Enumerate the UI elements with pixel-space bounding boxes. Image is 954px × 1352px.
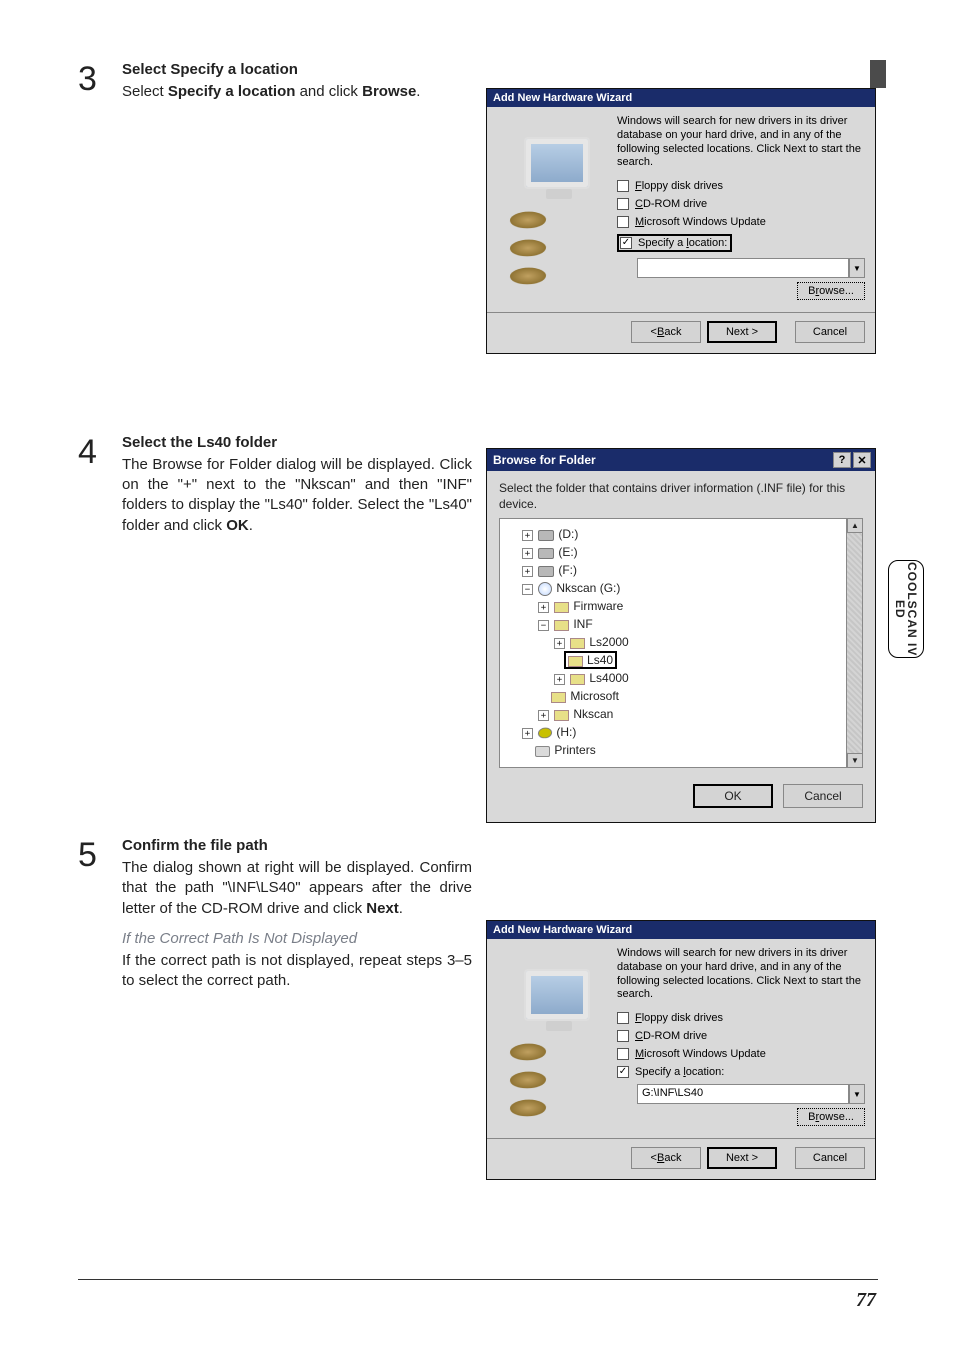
cancel-button[interactable]: Cancel xyxy=(783,784,863,808)
browse-folder-dialog: Browse for Folder ? ✕ Select the folder … xyxy=(486,448,876,823)
checkbox-icon xyxy=(617,180,629,192)
dialog-title: Browse for Folder xyxy=(493,453,596,467)
cancel-button[interactable]: Cancel xyxy=(795,1147,865,1169)
tree-item[interactable]: Printers xyxy=(554,743,595,757)
checkbox-icon xyxy=(617,1012,629,1024)
scroll-down-icon[interactable]: ▼ xyxy=(847,753,863,768)
browse-button[interactable]: Browse... xyxy=(797,1108,865,1126)
tree-item[interactable]: (F:) xyxy=(558,563,577,577)
side-tab-coolscan: COOLSCAN IV ED xyxy=(888,560,924,658)
tree-item[interactable]: Ls4000 xyxy=(589,671,628,685)
checkbox-icon xyxy=(617,216,629,228)
tree-item[interactable]: Ls2000 xyxy=(589,635,628,649)
step-number: 5 xyxy=(78,836,106,992)
checkbox-floppy[interactable]: Floppy disk drives xyxy=(617,1012,865,1024)
back-button[interactable]: < Back xyxy=(631,1147,701,1169)
checkbox-label: loppy disk drives xyxy=(642,180,723,192)
checkbox-icon xyxy=(617,1066,629,1078)
scroll-up-icon[interactable]: ▲ xyxy=(847,518,863,533)
tree-item[interactable]: (D:) xyxy=(558,527,578,541)
wizard-graphic xyxy=(497,115,607,300)
dropdown-arrow-icon[interactable]: ▼ xyxy=(849,1084,865,1104)
wizard-title: Add New Hardware Wizard xyxy=(487,89,875,107)
tree-item-selected[interactable]: Ls40 xyxy=(564,651,617,669)
tree-item[interactable]: Firmware xyxy=(573,599,623,613)
help-button-icon[interactable]: ? xyxy=(833,452,851,468)
wizard-title: Add New Hardware Wizard xyxy=(487,921,875,939)
tree-item[interactable]: INF xyxy=(573,617,592,631)
scrollbar[interactable]: ▲ ▼ xyxy=(846,518,862,768)
dropdown-arrow-icon[interactable]: ▼ xyxy=(849,258,865,278)
wizard-description: Windows will search for new drivers in i… xyxy=(617,947,865,1002)
checkbox-msupdate[interactable]: Microsoft Windows Update xyxy=(617,1048,865,1060)
ok-button[interactable]: OK xyxy=(693,784,773,808)
step-subbody: If the correct path is not displayed, re… xyxy=(122,951,472,992)
back-button[interactable]: < Back xyxy=(631,321,701,343)
step-body: Select Specify a location and click Brow… xyxy=(122,82,472,102)
checkbox-specify-highlighted[interactable]: Specify a location: xyxy=(617,234,732,252)
printer-icon xyxy=(535,746,550,757)
tree-item[interactable]: Nkscan xyxy=(573,707,613,721)
next-button[interactable]: Next > xyxy=(707,1147,777,1169)
dialog-instruction: Select the folder that contains driver i… xyxy=(487,471,875,518)
step-title: Confirm the file path xyxy=(122,836,472,856)
checkbox-label: icrosoft Windows Update xyxy=(644,216,766,228)
checkbox-floppy[interactable]: Floppy disk drives xyxy=(617,180,865,192)
step-number: 4 xyxy=(78,433,106,536)
side-tab-label: COOLSCAN IV ED xyxy=(894,561,918,657)
wizard-description: Windows will search for new drivers in i… xyxy=(617,115,865,170)
checkbox-icon xyxy=(620,237,632,249)
checkbox-cdrom[interactable]: CD-ROM drive xyxy=(617,198,865,210)
path-input[interactable] xyxy=(637,258,849,278)
checkbox-icon xyxy=(617,1030,629,1042)
tree-item[interactable]: (H:) xyxy=(556,725,576,739)
folder-tree[interactable]: + (D:) + (E:) + (F:) − Nkscan (G:) + Fir… xyxy=(499,518,863,768)
wizard-dialog-2: Add New Hardware Wizard Windows will sea… xyxy=(486,920,876,1180)
wizard-dialog-1: Add New Hardware Wizard Windows will sea… xyxy=(486,88,876,354)
cancel-button[interactable]: Cancel xyxy=(795,321,865,343)
checkbox-specify[interactable]: Specify a location: xyxy=(617,1066,865,1078)
wizard-graphic xyxy=(497,947,607,1126)
checkbox-label: D-ROM drive xyxy=(643,198,707,210)
step-subheading: If the Correct Path Is Not Displayed xyxy=(122,929,472,949)
next-button[interactable]: Next > xyxy=(707,321,777,343)
step-title: Select Specify a location xyxy=(122,60,472,80)
step-body: The dialog shown at right will be displa… xyxy=(122,858,472,919)
tree-item[interactable]: Microsoft xyxy=(570,689,619,703)
step-title: Select the Ls40 folder xyxy=(122,433,472,453)
checkbox-icon xyxy=(617,1048,629,1060)
checkbox-icon xyxy=(617,198,629,210)
step-body: The Browse for Folder dialog will be dis… xyxy=(122,455,472,536)
checkbox-msupdate[interactable]: Microsoft Windows Update xyxy=(617,216,865,228)
step-number: 3 xyxy=(78,60,106,103)
footer-rule xyxy=(78,1279,878,1280)
close-button-icon[interactable]: ✕ xyxy=(853,452,871,468)
cd-icon xyxy=(538,582,552,596)
tree-item[interactable]: (E:) xyxy=(558,545,577,559)
checkbox-cdrom[interactable]: CD-ROM drive xyxy=(617,1030,865,1042)
browse-button[interactable]: Browse... xyxy=(797,282,865,300)
path-input[interactable]: G:\INF\LS40 xyxy=(637,1084,849,1104)
tree-item[interactable]: Nkscan (G:) xyxy=(556,581,620,595)
page-number: 77 xyxy=(856,1289,876,1312)
removable-icon xyxy=(538,728,553,739)
